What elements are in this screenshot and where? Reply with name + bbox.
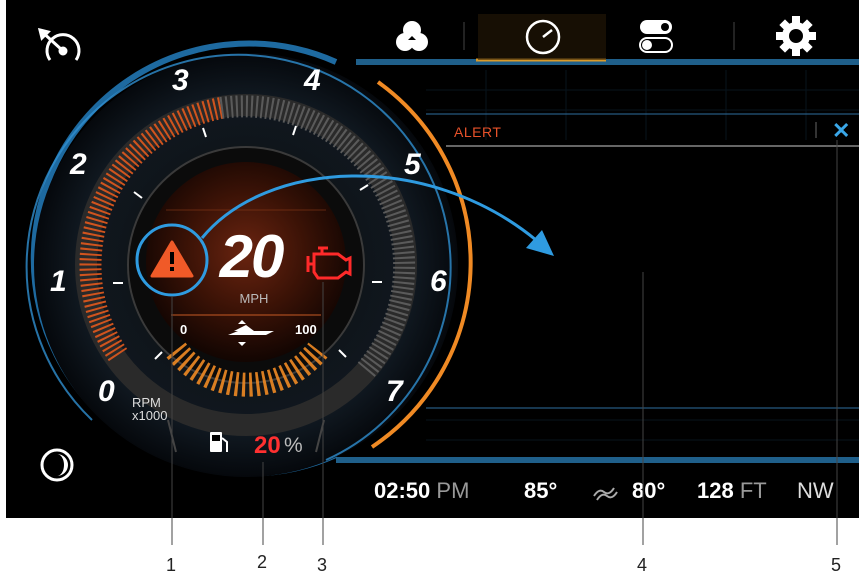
callout-4: 4: [637, 555, 648, 575]
callout-2: 2: [257, 552, 268, 572]
callout-1: 1: [166, 555, 177, 575]
callout-lines: [171, 140, 838, 545]
callout-5: 5: [831, 555, 842, 575]
callout-3: 3: [317, 555, 328, 575]
